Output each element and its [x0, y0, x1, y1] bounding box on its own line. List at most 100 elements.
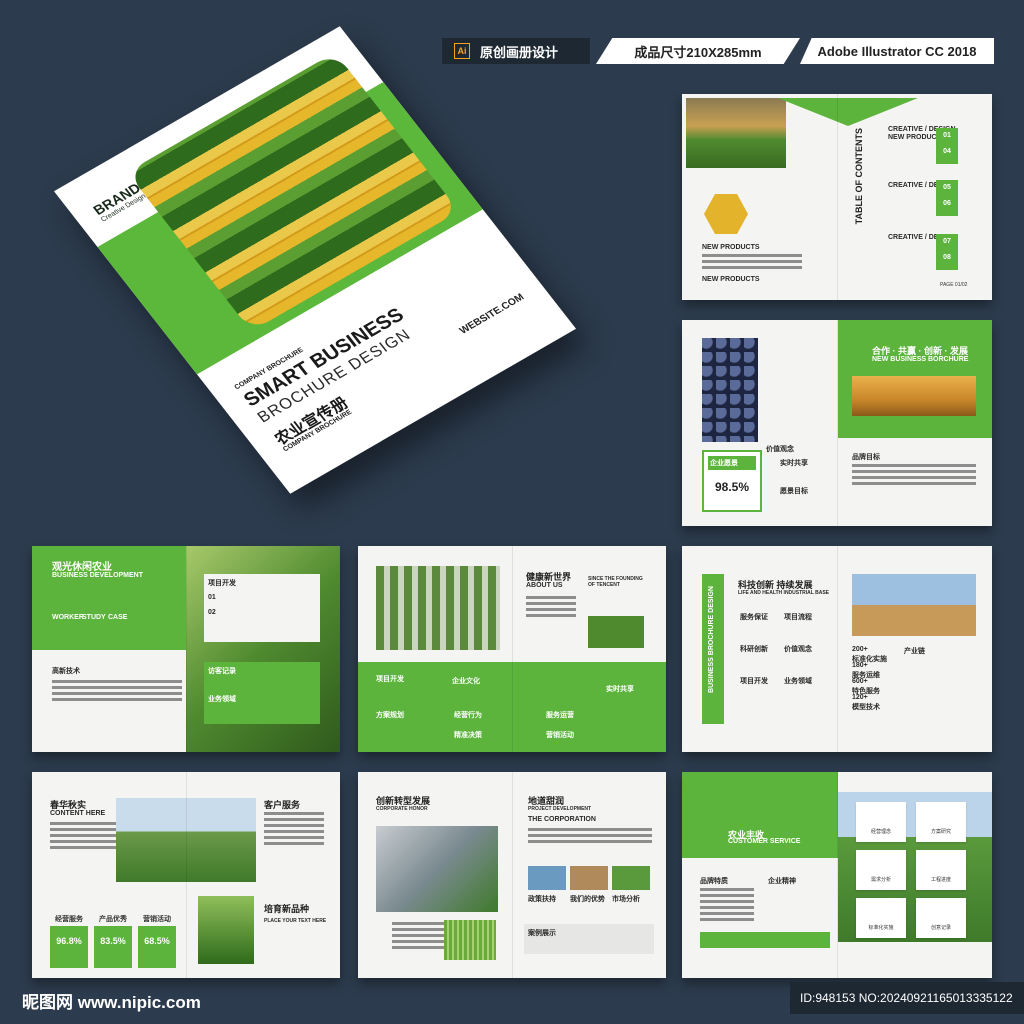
spread8-sub: CUSTOMER SERVICE: [728, 838, 801, 845]
brand-logo: BRAND Creative Design: [90, 180, 148, 224]
project-n1: 01: [208, 594, 216, 601]
service-label: 业务领域: [208, 696, 236, 703]
tech-item-3: 科研创新: [740, 646, 768, 653]
spread-vision: 企业愿景 98.5% 价值观念 实时共享 愿景目标 合作 · 共赢 · 创新 ·…: [682, 320, 992, 526]
stat-120-label: 模型技术: [852, 704, 880, 711]
vision-goal-label: 愿景目标: [780, 488, 808, 495]
field-photo: [588, 616, 644, 648]
photo-3: [612, 866, 650, 890]
tab-case: CASE: [108, 614, 128, 621]
tech-item-4: 价值观念: [784, 646, 812, 653]
tile-4: 工程进度: [916, 850, 966, 890]
chain-label: 产业链: [904, 648, 925, 655]
software-badge: Ai 原创画册设计: [442, 38, 590, 64]
cap-2: 我们的优势: [570, 896, 605, 903]
spread2-sub: NEW BUSINESS BORCHURE: [872, 356, 969, 363]
value-label: 价值观念: [766, 446, 794, 453]
blueberry-photo: [702, 338, 758, 442]
green-block: [682, 772, 838, 858]
since-label: SINCE THE FOUNDING OF TENCENT: [588, 576, 643, 588]
new-products-label-2: NEW PRODUCTS: [702, 276, 760, 283]
cap-1: 政策扶持: [528, 896, 556, 903]
brochure-cover: BRAND Creative Design COMPANY BROCHURE SM…: [53, 26, 577, 494]
tech-item-2: 项目流程: [784, 614, 812, 621]
stat-200: 200+: [852, 646, 868, 653]
tile-1: 经营理念: [856, 802, 906, 842]
project-label: 项目开发: [208, 580, 236, 587]
breed-title: 培育新品种: [264, 904, 310, 914]
page-number: PAGE 01/02: [940, 282, 968, 288]
new-products-label: NEW PRODUCTS: [702, 244, 760, 251]
dev-label: PROJECT DEVELOPMENT: [528, 806, 592, 812]
tech-item-5: 项目开发: [740, 678, 768, 685]
green-triangle: [778, 98, 918, 126]
tech-item-1: 服务保证: [740, 614, 768, 621]
tab-study: STUDY: [82, 614, 106, 621]
share-label: 实时共享: [606, 686, 634, 693]
green-band: [358, 662, 666, 752]
project-n2: 02: [208, 609, 216, 616]
grass-photo: [444, 920, 496, 960]
vision-box: 企业愿景 98.5%: [702, 450, 762, 512]
robot-photo: [376, 826, 498, 912]
stat-180: 180+: [852, 662, 868, 669]
share-label: 实时共享: [780, 460, 808, 467]
software-label: 原创画册设计: [480, 44, 559, 60]
tab-worker: WORKER: [52, 614, 84, 621]
about-label: ABOUT US: [526, 582, 563, 589]
case-box: 案例展示: [524, 924, 654, 954]
stat-600: 600+: [852, 678, 868, 685]
vision-label: 企业愿景: [708, 456, 756, 470]
visit-label: 访客记录: [208, 668, 236, 675]
num-05-06: 05 06: [936, 180, 958, 216]
spread-harvest: 春华秋实 CONTENT HERE 经营服务 96.8% 产品优秀 83.5% 营销…: [32, 772, 340, 978]
text-lines: [852, 464, 976, 488]
item-3: 服务运营: [546, 712, 574, 719]
vision-pct: 98.5%: [714, 480, 750, 494]
spread-tourism: 观光休闲农业 BUSINESS DEVELOPMENT WORKER STUDY…: [32, 546, 340, 752]
item-1: 经营行为: [454, 712, 482, 719]
num-07-08: 07 08: [936, 234, 958, 270]
watermark-id: ID:948153 NO:20240921165013335122: [790, 982, 1024, 1014]
illustrator-icon: Ai: [454, 43, 470, 59]
side-label: BUSINESS BROCHURE DESIGN: [708, 586, 715, 693]
farm-photo: [116, 798, 256, 882]
visit-card: 访客记录 业务领域: [204, 662, 320, 724]
tech-item-6: 业务领域: [784, 678, 812, 685]
plan-label: 方案规划: [376, 712, 404, 719]
stat-120: 120+: [852, 694, 868, 701]
spread-tech: BUSINESS BROCHURE DESIGN 科技创新 持续发展 LIFE …: [682, 546, 992, 752]
text-lines: [392, 922, 452, 952]
tile-2: 方案研究: [916, 802, 966, 842]
service-title: 客户服务: [264, 800, 301, 810]
wheat-photo: [852, 376, 976, 416]
landscape-photo: [686, 98, 786, 168]
stat-1: 经营服务 96.8%: [50, 912, 88, 968]
project-card: 项目开发 01 02: [204, 574, 320, 642]
greenhouse-photo: [376, 566, 500, 650]
place-label: PLACE YOUR TEXT HERE: [264, 918, 327, 924]
text-lines: [264, 812, 324, 848]
text-lines: [700, 888, 754, 924]
text-lines: [702, 254, 802, 272]
contents-title: TABLE OF CONTENTS: [854, 128, 864, 225]
photo-2: [570, 866, 608, 890]
proj-label: 项目开发: [376, 676, 404, 683]
text-lines: [528, 828, 652, 846]
spirit-label: 企业精神: [768, 878, 796, 885]
cap-3: 市场分析: [612, 896, 640, 903]
corp-label: THE CORPORATION: [528, 816, 596, 823]
item-2: 精准决策: [454, 732, 482, 739]
stat-3: 营销活动 68.5%: [138, 912, 176, 968]
size-badge: 成品尺寸210X285mm: [596, 38, 800, 64]
culture-label: 企业文化: [452, 678, 480, 685]
text-lines: [52, 680, 182, 704]
tile-5: 标准化实施: [856, 898, 906, 938]
app-badge: Adobe Illustrator CC 2018: [800, 38, 994, 64]
stat-2: 产品优秀 83.5%: [94, 912, 132, 968]
spread5-sub: LIFE AND HEALTH INDUSTRIAL BASE: [738, 590, 830, 596]
spread3-title: 观光休闲农业: [52, 562, 112, 573]
num-01-04: 01 04: [936, 128, 958, 164]
tile-6: 创意记录: [916, 898, 966, 938]
tile-3: 需求分析: [856, 850, 906, 890]
